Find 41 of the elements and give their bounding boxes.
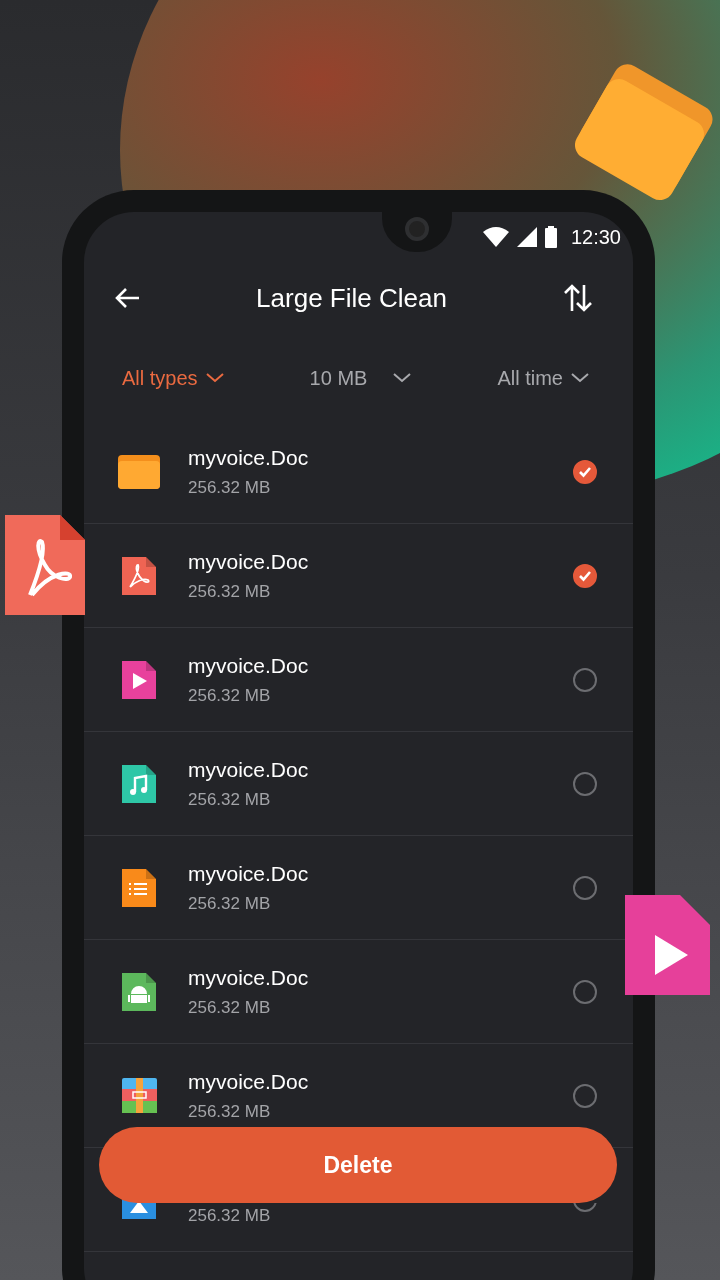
- file-name: myvoice.Doc: [188, 445, 310, 470]
- filter-dropdown[interactable]: All time: [497, 366, 589, 390]
- file-name: myvoice.Doc: [188, 757, 310, 782]
- camera-icon: [405, 217, 429, 241]
- select-checkbox[interactable]: [573, 667, 597, 692]
- file-name: myvoice.Doc: [188, 965, 310, 990]
- file-size: 256.32 MB: [188, 477, 272, 498]
- chevron-down-icon: [571, 373, 589, 383]
- filter-dropdown[interactable]: 10 MB: [309, 366, 412, 390]
- wifi-icon: [482, 227, 509, 247]
- file-size: 256.32 MB: [188, 1205, 272, 1226]
- file-name: myvoice.Doc: [188, 653, 310, 678]
- file-name: myvoice.Doc: [188, 549, 310, 574]
- file-size: 256.32 MB: [188, 1101, 272, 1122]
- select-checkbox[interactable]: [573, 979, 597, 1004]
- file-name: myvoice.Doc: [188, 1069, 310, 1094]
- back-arrow-icon[interactable]: [114, 287, 140, 309]
- file-size: 256.32 MB: [188, 685, 272, 706]
- signal-icon: [516, 227, 537, 247]
- screen-title: Large File Clean: [256, 282, 447, 314]
- file-size: 256.32 MB: [188, 581, 272, 602]
- sort-icon[interactable]: [563, 283, 593, 313]
- status-time: 12:30: [570, 225, 621, 249]
- select-checkbox[interactable]: [573, 771, 597, 796]
- delete-button[interactable]: Delete: [99, 1127, 617, 1203]
- file-name: myvoice.Doc: [188, 861, 310, 886]
- file-size: 256.32 MB: [188, 893, 272, 914]
- select-checkbox[interactable]: [573, 1083, 597, 1108]
- video-file-icon: [625, 895, 710, 995]
- select-checkbox[interactable]: [573, 875, 597, 900]
- file-size: 256.32 MB: [188, 789, 272, 810]
- checkmark-icon: [578, 569, 592, 582]
- select-checkbox[interactable]: [573, 459, 597, 484]
- filter-dropdown[interactable]: All types: [122, 366, 224, 390]
- chevron-down-icon: [393, 373, 412, 383]
- select-checkbox[interactable]: [573, 563, 597, 588]
- battery-icon: [544, 226, 557, 248]
- checkmark-icon: [578, 465, 592, 478]
- file-size: 256.32 MB: [188, 997, 272, 1018]
- chevron-down-icon: [205, 373, 224, 383]
- pdf-file-icon: [5, 515, 85, 615]
